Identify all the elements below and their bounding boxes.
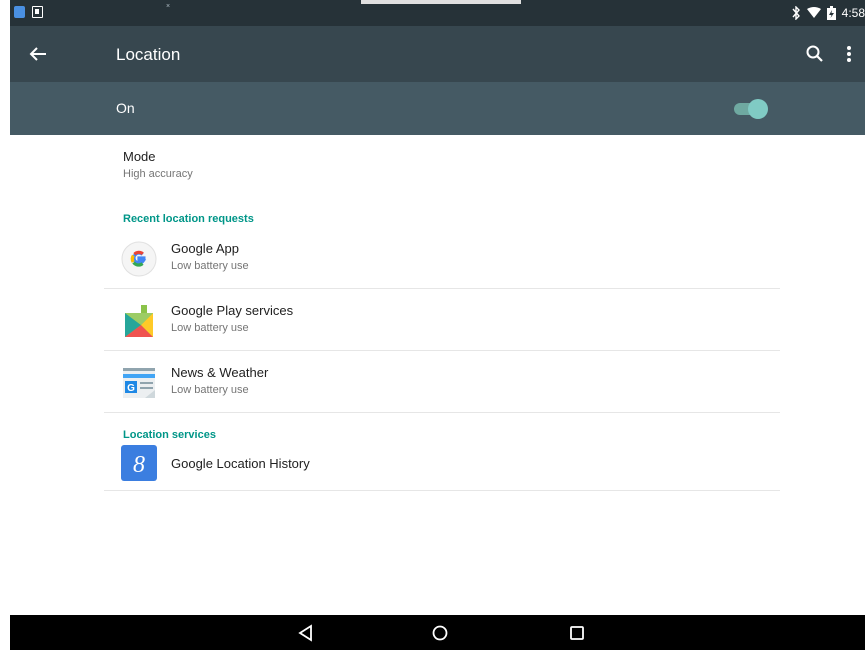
more-options-icon[interactable] [840,43,858,65]
google-location-history-icon: 8 [121,445,157,481]
mode-value: High accuracy [123,168,193,180]
item-subtitle: Low battery use [171,260,249,272]
news-weather-icon: G [123,368,155,398]
list-item[interactable]: Google App Low battery use [104,227,780,289]
google-play-services-icon [125,305,153,337]
item-subtitle: Low battery use [171,322,249,334]
item-title: News & Weather [171,365,269,380]
screen: × 4:58 Location On Mode High accuracy Re… [10,0,865,650]
list-item[interactable]: Google Play services Low battery use [104,289,780,351]
notification-app-icon [14,6,25,18]
status-icons: 4:58 [791,5,865,21]
toggle-thumb [748,99,768,119]
recent-requests-header: Recent location requests [123,213,254,225]
back-nav-icon[interactable] [296,623,316,643]
bluetooth-icon [792,6,800,20]
mode-title: Mode [123,149,156,164]
page-title: Location [116,45,181,64]
location-toggle[interactable] [732,99,768,119]
svg-text:8: 8 [133,452,145,478]
status-bar: × 4:58 [10,0,865,26]
search-icon[interactable] [804,43,826,65]
item-title: Google Location History [171,456,310,471]
app-bar: Location [10,26,865,82]
status-time: 4:58 [841,6,865,20]
close-icon: × [166,3,171,10]
recents-nav-icon[interactable] [567,623,587,643]
wifi-icon [806,7,821,18]
list-item[interactable]: G News & Weather Low battery use [104,351,780,413]
item-subtitle: Low battery use [171,384,249,396]
notification-device-icon [32,6,43,18]
google-app-icon [121,241,157,277]
master-switch-bar[interactable]: On [10,82,865,135]
svg-text:G: G [127,383,135,394]
navigation-bar [10,615,865,650]
home-nav-icon[interactable] [430,623,450,643]
list-item[interactable]: 8 Google Location History [104,437,780,491]
battery-icon [826,6,836,20]
item-title: Google App [171,241,239,256]
item-title: Google Play services [171,303,294,318]
mode-setting[interactable]: Mode High accuracy [123,149,193,180]
back-arrow-icon[interactable] [26,42,50,66]
notification-pill [361,0,521,4]
switch-label: On [116,100,135,116]
